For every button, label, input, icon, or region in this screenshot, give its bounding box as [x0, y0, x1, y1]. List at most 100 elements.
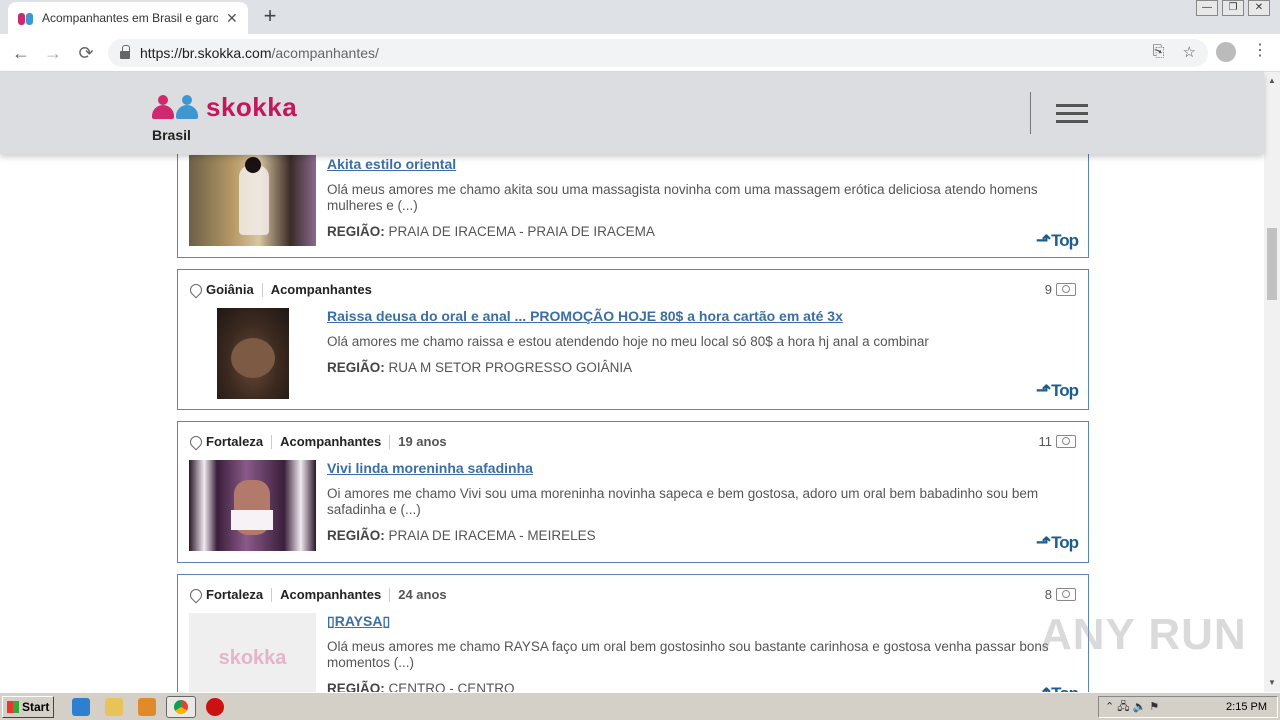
listing-title-link[interactable]: Raissa deusa do oral e anal ... PROMOÇÃO…	[327, 308, 843, 324]
listing-description: Olá meus amores me chamo RAYSA faço um o…	[327, 639, 1049, 670]
bookmark-star-icon[interactable]: ☆	[1183, 43, 1196, 61]
watermark: ANY RUN	[1040, 610, 1247, 659]
profile-avatar-icon[interactable]	[1216, 42, 1236, 62]
listing-city: Goiânia	[206, 282, 254, 297]
minimize-button[interactable]: —	[1196, 0, 1218, 16]
title-glyph: ▯	[382, 613, 391, 629]
window-controls: — ❐ ✕	[1196, 0, 1270, 16]
meta-separator	[271, 587, 273, 602]
maximize-button[interactable]: ❐	[1222, 0, 1244, 16]
tray-icons[interactable]: ⌃ 🖧 🔈 ⚑	[1099, 698, 1159, 717]
listing-meta: Goiânia Acompanhantes	[187, 281, 372, 298]
listing-card: Fortaleza Acompanhantes 24 anos 8 skokka…	[177, 574, 1089, 692]
camera-icon	[1056, 283, 1076, 296]
listing-card: Goiânia Acompanhantes 9 Raissa deusa do …	[177, 269, 1089, 410]
translate-icon[interactable]: ⎘	[1153, 43, 1165, 61]
skokka-logo[interactable]: skokka	[152, 92, 297, 123]
logo-figure-pink-icon	[152, 94, 174, 121]
page-scrollbar[interactable]: ▲ ▼	[1264, 72, 1280, 692]
url-text: https://br.skokka.com/acompanhantes/	[140, 45, 379, 61]
tab-close-icon[interactable]: ✕	[226, 10, 238, 27]
top-arrow-icon: ⬏	[1036, 230, 1051, 250]
location-pin-icon	[187, 433, 205, 450]
listing-photo[interactable]	[189, 155, 316, 246]
scroll-down-icon[interactable]: ▼	[1268, 678, 1276, 687]
location-pin-icon	[187, 281, 205, 298]
top-arrow-icon: ⬏	[1036, 683, 1051, 692]
region-value: CENTRO - CENTRO	[388, 681, 515, 692]
listing-photo[interactable]	[189, 460, 316, 551]
meta-separator	[271, 434, 273, 449]
listing-city: Fortaleza	[206, 434, 264, 449]
meta-separator	[389, 434, 391, 449]
location-pin-icon	[187, 586, 205, 603]
forward-arrow-icon[interactable]: →	[42, 42, 64, 64]
listing-title-text: RAYSA	[334, 613, 383, 629]
chrome-icon	[174, 700, 188, 714]
camera-icon	[1056, 435, 1076, 448]
region-value: RUA M SETOR PROGRESSO GOIÂNIA	[388, 360, 633, 375]
listing-card: Fortaleza Acompanhantes 19 anos 11 Vivi …	[177, 421, 1089, 563]
logo-wordmark: skokka	[206, 92, 298, 122]
top-badge: ⬏Top	[1036, 230, 1079, 251]
region-value: PRAIA DE IRACEMA - MEIRELES	[388, 528, 596, 543]
new-tab-icon[interactable]: +	[258, 4, 282, 28]
meta-separator	[261, 282, 263, 297]
placeholder-logo: skokka	[218, 647, 287, 669]
photo-count: 8	[1045, 587, 1076, 602]
region-label: REGIÃO:	[327, 528, 385, 543]
listing-photo[interactable]	[217, 308, 289, 399]
region-label: REGIÃO:	[327, 224, 385, 239]
reload-icon[interactable]: ⟳	[75, 42, 97, 64]
omnibox-actions: ⎘ ☆	[1153, 43, 1196, 61]
listing-region: REGIÃO: RUA M SETOR PROGRESSO GOIÂNIA	[327, 360, 632, 375]
listing-title-link[interactable]: Vivi linda moreninha safadinha	[327, 460, 533, 476]
start-button[interactable]: Start	[2, 696, 54, 718]
listing-region: REGIÃO: CENTRO - CENTRO	[327, 681, 515, 692]
ie-icon[interactable]	[72, 698, 90, 716]
folder-icon[interactable]	[105, 698, 123, 716]
listing-description: Olá amores me chamo raissa e estou atend…	[327, 334, 929, 349]
photo-count: 11	[1039, 434, 1076, 449]
security-app-icon[interactable]	[206, 698, 224, 716]
address-bar[interactable]: https://br.skokka.com/acompanhantes/ ⎘ ☆	[108, 39, 1208, 67]
camera-icon	[1056, 588, 1076, 601]
region-label: REGIÃO:	[327, 681, 385, 692]
top-label: Top	[1051, 684, 1079, 693]
media-player-icon[interactable]	[138, 698, 156, 716]
system-tray: ⌃ 🖧 🔈 ⚑ 2:15 PM	[1098, 696, 1278, 718]
hamburger-menu-icon[interactable]	[1056, 104, 1088, 128]
photo-count-value: 8	[1044, 587, 1052, 602]
listing-category: Acompanhantes	[280, 434, 382, 449]
logo-figure-blue-icon	[176, 94, 198, 121]
top-badge: ⬏Top	[1036, 683, 1079, 693]
browser-tab[interactable]: Acompanhantes em Brasil e garotas ✕	[8, 2, 248, 34]
country-label: Brasil	[152, 127, 191, 143]
tab-title: Acompanhantes em Brasil e garotas	[42, 11, 218, 25]
back-arrow-icon[interactable]: ←	[10, 42, 32, 64]
close-window-button[interactable]: ✕	[1248, 0, 1270, 16]
listing-title-link[interactable]: Akita estilo oriental	[327, 156, 456, 172]
listing-title-link[interactable]: ▯RAYSA▯	[327, 613, 390, 630]
listing-photo-placeholder[interactable]: skokka	[189, 613, 316, 692]
region-value: PRAIA DE IRACEMA - PRAIA DE IRACEMA	[388, 224, 655, 239]
listing-card: Akita estilo oriental Olá meus amores me…	[177, 154, 1089, 258]
listing-age: 24 anos	[398, 587, 447, 602]
top-arrow-icon: ⬏	[1036, 380, 1051, 400]
url-host: https://br.skokka.com	[140, 45, 272, 61]
listing-age: 19 anos	[398, 434, 447, 449]
skokka-favicon-icon	[18, 10, 34, 26]
listing-category: Acompanhantes	[270, 282, 372, 297]
browser-menu-icon[interactable]: ⋮	[1252, 40, 1268, 60]
listing-region: REGIÃO: PRAIA DE IRACEMA - PRAIA DE IRAC…	[327, 224, 655, 239]
top-label: Top	[1051, 532, 1079, 552]
photo-count-value: 9	[1044, 282, 1052, 297]
listing-city: Fortaleza	[206, 587, 264, 602]
scrollbar-thumb[interactable]	[1267, 228, 1277, 300]
browser-toolbar: ← → ⟳ https://br.skokka.com/acompanhante…	[0, 34, 1280, 72]
start-label: Start	[22, 700, 50, 714]
scroll-up-icon[interactable]: ▲	[1268, 76, 1276, 85]
chrome-taskbar-button[interactable]	[166, 696, 196, 718]
region-label: REGIÃO:	[327, 360, 385, 375]
browser-tab-strip: Acompanhantes em Brasil e garotas ✕ + — …	[0, 0, 1280, 34]
